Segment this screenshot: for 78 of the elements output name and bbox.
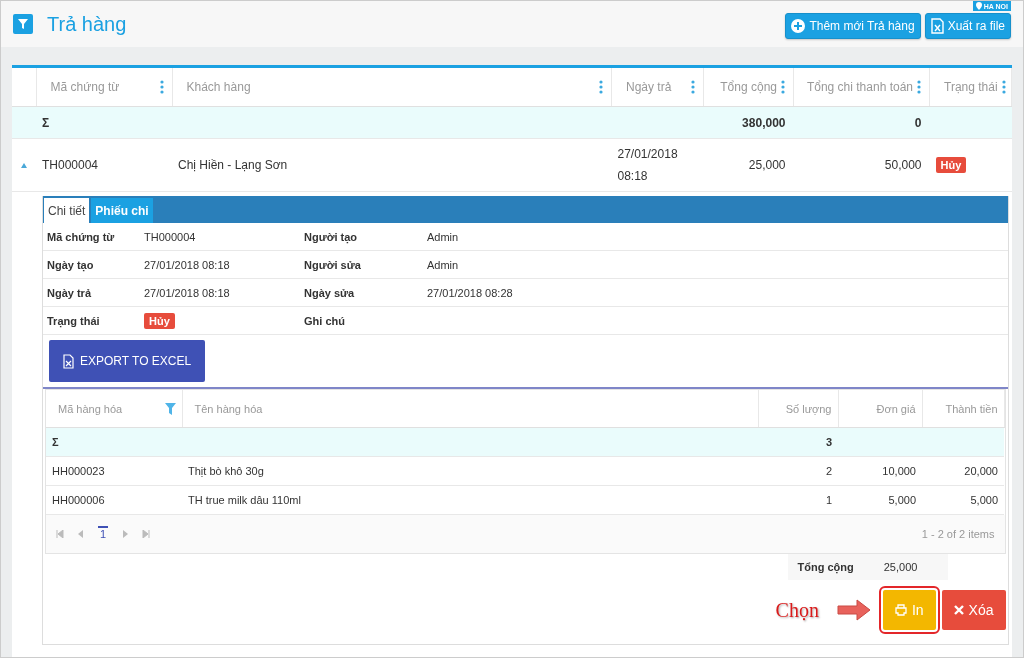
page-button[interactable]: 1 [98, 528, 109, 540]
column-header[interactable]: Tổng cộng [720, 80, 777, 94]
total-value: 25,000 [883, 561, 918, 573]
column-header[interactable]: Thành tiền [945, 402, 998, 415]
export-excel-button[interactable]: EXPORT TO EXCEL [49, 340, 206, 382]
field-value: 27/01/2018 08:28 [427, 286, 513, 299]
tab[interactable]: Chi tiết [44, 198, 90, 223]
table-cell: 5,000 [970, 494, 998, 506]
printer-icon [894, 604, 907, 616]
table-cell: HH000006 [52, 494, 105, 506]
field-value: Admin [427, 230, 459, 243]
sum-symbol: Σ [52, 436, 59, 448]
status-badge: Hủy [144, 312, 175, 329]
field-label: Mã chứng từ [47, 230, 116, 243]
page-title: Trả hàng [47, 12, 127, 36]
column-header[interactable]: Đơn giá [876, 402, 916, 415]
previous-page-icon[interactable] [78, 530, 84, 538]
table-cell: TH true milk dâu 110ml [188, 494, 301, 506]
delete-button[interactable]: Xóa [941, 590, 1006, 630]
excel-file-icon [930, 18, 944, 34]
sum-paid: 0 [914, 115, 922, 130]
field-value: Admin [427, 258, 459, 271]
table-cell: 10,000 [882, 465, 916, 477]
annotation-arrow [836, 599, 871, 621]
table-cell: 1 [825, 494, 832, 506]
table-cell-text: 27/01/2018 08:18 [617, 146, 678, 185]
column-header[interactable]: Tên hàng hóa [194, 402, 263, 415]
field-value: TH000004 [144, 230, 196, 243]
add-button[interactable]: Thêm mới Trả hàng [785, 13, 921, 39]
column-menu-icon[interactable] [917, 80, 921, 94]
sum-quantity: 3 [825, 436, 832, 448]
column-menu-icon[interactable] [691, 80, 695, 94]
table-cell: 20,000 [964, 465, 998, 477]
pager-info: 1 - 2 of 2 items [921, 528, 996, 540]
column-header[interactable]: Ngày trả [626, 80, 672, 94]
expand-icon[interactable] [20, 161, 28, 169]
filter-icon[interactable] [164, 402, 176, 415]
export-button[interactable]: Xuất ra file [924, 13, 1011, 39]
table-cell: HH000023 [52, 465, 105, 477]
table-cell: 5,000 [888, 494, 916, 506]
table-cell: 50,000 [884, 158, 922, 172]
column-header[interactable]: Mã hàng hóa [58, 402, 123, 415]
column-header[interactable]: Mã chứng từ [50, 80, 120, 94]
next-page-icon[interactable] [122, 530, 129, 538]
table-cell: 25,000 [748, 158, 786, 172]
table-cell: TH000004 [42, 158, 99, 172]
field-label: Ngày tạo [47, 258, 95, 271]
first-page-icon[interactable] [56, 530, 64, 538]
tab[interactable]: Phiếu chi [91, 198, 153, 223]
column-header[interactable]: Trạng thái [944, 80, 998, 94]
field-label: Ghi chú [304, 314, 346, 327]
sum-symbol: Σ [42, 115, 50, 130]
table-cell: Thịt bò khô 30g [188, 465, 264, 477]
excel-file-icon [63, 353, 74, 369]
column-menu-icon[interactable] [159, 80, 164, 94]
table-cell: Chị Hiền - Lạng Sơn [178, 158, 288, 172]
annotation-text: Chọn [775, 598, 819, 622]
status-badge: Hủy [935, 157, 967, 173]
plus-icon [791, 19, 806, 33]
column-header[interactable]: Số lượng [785, 402, 832, 415]
total-label: Tổng cộng [797, 561, 854, 573]
field-label: Người sửa [304, 258, 362, 271]
last-page-icon[interactable] [142, 530, 151, 538]
field-label: Người tạo [304, 230, 359, 243]
filter-icon[interactable] [13, 14, 33, 34]
field-value: 27/01/2018 08:18 [144, 286, 230, 299]
field-label: Ngày sửa [304, 286, 356, 299]
table-cell: 2 [825, 465, 832, 477]
column-menu-icon[interactable] [1001, 80, 1006, 94]
field-value: 27/01/2018 08:18 [144, 258, 230, 271]
field-label: Ngày trả [47, 286, 93, 299]
column-menu-icon[interactable] [599, 80, 603, 94]
column-header[interactable]: Khách hàng [186, 80, 251, 94]
field-label: Trạng thái [47, 314, 101, 327]
column-header[interactable]: Tổng chi thanh toán [806, 80, 913, 94]
sum-total: 380,000 [742, 115, 786, 130]
column-menu-icon[interactable] [781, 80, 785, 94]
close-icon [953, 605, 964, 615]
